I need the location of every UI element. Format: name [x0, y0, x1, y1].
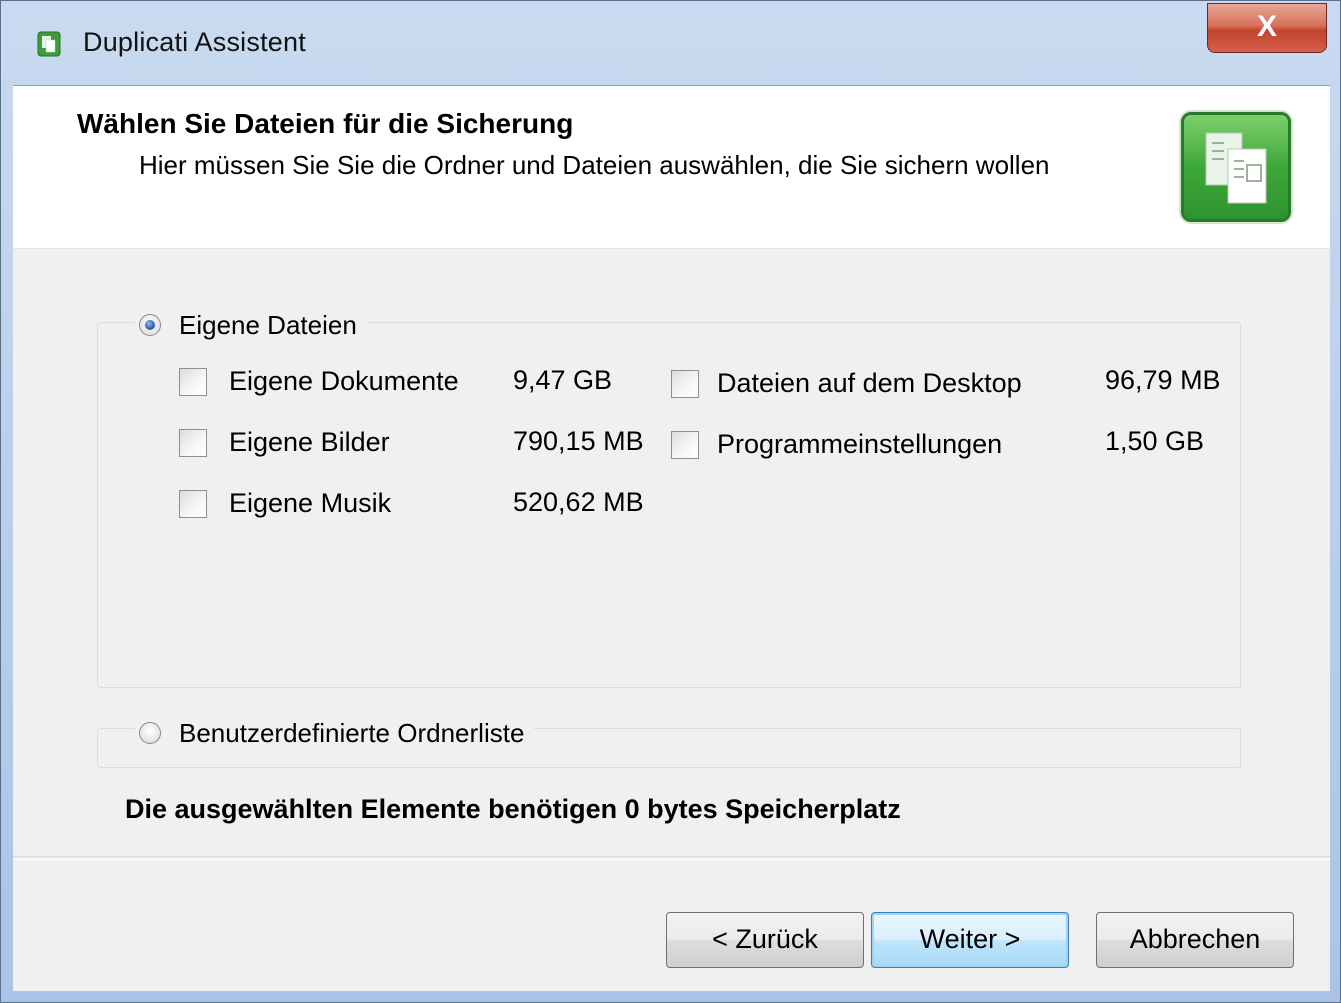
documents-label: Eigene Dokumente — [229, 366, 459, 396]
files-icon — [1181, 112, 1291, 222]
settings-size: 1,50 GB — [1105, 426, 1205, 456]
documents-checkbox[interactable] — [179, 367, 207, 396]
settings-label: Programmeinstellungen — [717, 429, 1003, 459]
page-subtitle: Hier müssen Sie Sie die Ordner und Datei… — [139, 150, 1050, 180]
custom-list-radio[interactable] — [139, 722, 161, 744]
documents-size: 9,47 GB — [513, 365, 613, 395]
wizard-window: Duplicati Assistent X Wählen Sie Dateien… — [0, 0, 1341, 1003]
music-size: 520,62 MB — [513, 487, 644, 517]
next-button[interactable]: Weiter > — [871, 912, 1069, 968]
title-bar[interactable]: Duplicati Assistent X — [1, 1, 1340, 85]
own-files-radio[interactable] — [139, 314, 161, 336]
own-files-label: Eigene Dateien — [179, 309, 357, 340]
own-files-radio-option[interactable]: Eigene Dateien — [135, 308, 367, 342]
back-button[interactable]: < Zurück — [666, 912, 864, 968]
wizard-client-area: Wählen Sie Dateien für die Sicherung Hie… — [13, 85, 1330, 991]
folder-checkbox-music[interactable]: Eigene Musik — [179, 488, 391, 519]
folder-checkbox-documents[interactable]: Eigene Dokumente — [179, 366, 459, 397]
folder-checkbox-settings[interactable]: Programmeinstellungen — [671, 429, 1002, 460]
custom-list-label: Benutzerdefinierte Ordnerliste — [179, 717, 525, 748]
pictures-size: 790,15 MB — [513, 426, 644, 456]
desktop-checkbox[interactable] — [671, 369, 699, 398]
wizard-header: Wählen Sie Dateien für die Sicherung Hie… — [13, 86, 1330, 249]
custom-list-radio-option[interactable]: Benutzerdefinierte Ordnerliste — [135, 716, 535, 750]
desktop-label: Dateien auf dem Desktop — [717, 368, 1022, 398]
music-checkbox[interactable] — [179, 489, 207, 518]
folder-checkbox-pictures[interactable]: Eigene Bilder — [179, 427, 390, 458]
cancel-button[interactable]: Abbrechen — [1096, 912, 1294, 968]
close-button[interactable]: X — [1207, 3, 1327, 53]
desktop-size: 96,79 MB — [1105, 365, 1221, 395]
pictures-label: Eigene Bilder — [229, 427, 390, 457]
pictures-checkbox[interactable] — [179, 428, 207, 457]
settings-checkbox[interactable] — [671, 430, 699, 459]
footer-divider — [13, 856, 1330, 860]
page-title: Wählen Sie Dateien für die Sicherung — [77, 108, 574, 139]
folder-checkbox-desktop[interactable]: Dateien auf dem Desktop — [671, 368, 1022, 399]
space-summary: Die ausgewählten Elemente benötigen 0 by… — [125, 794, 901, 824]
music-label: Eigene Musik — [229, 488, 392, 518]
window-title: Duplicati Assistent — [83, 27, 306, 57]
duplicati-app-icon — [37, 31, 61, 57]
